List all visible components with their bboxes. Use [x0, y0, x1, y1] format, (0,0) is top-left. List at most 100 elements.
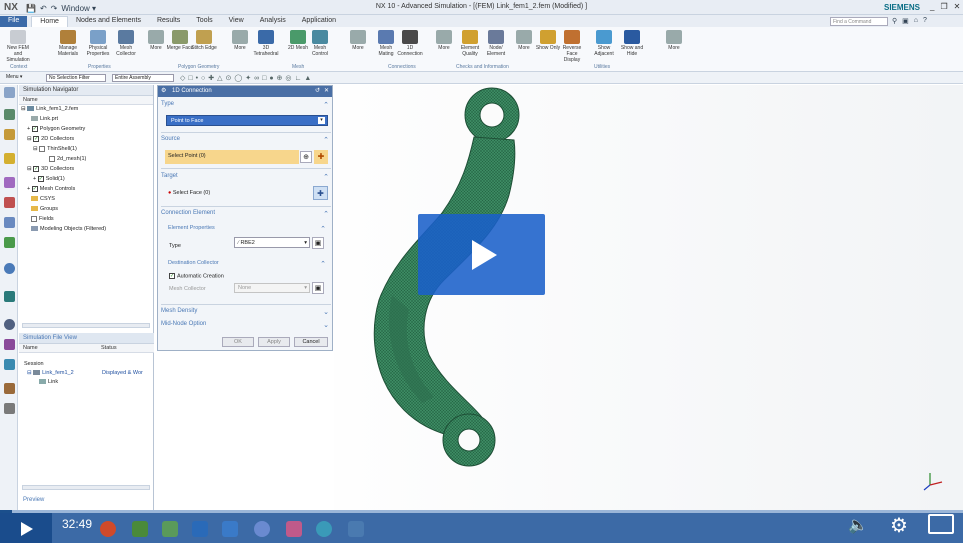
- nav-item-thinshell-1[interactable]: ⊟ ThinShell(1): [33, 145, 77, 154]
- nx-taskbar-icon[interactable]: [192, 521, 208, 537]
- clock-icon[interactable]: [4, 319, 15, 330]
- apply-button[interactable]: Apply: [258, 337, 290, 347]
- file-view-name-column[interactable]: Name: [23, 345, 38, 351]
- app-taskbar-icon[interactable]: [286, 521, 302, 537]
- stitch-edge-button[interactable]: Stitch Edge: [190, 30, 218, 51]
- tab-file[interactable]: File: [0, 16, 28, 27]
- play-pause-button[interactable]: [0, 513, 52, 543]
- part-navigator-icon[interactable]: [4, 129, 15, 140]
- more-button[interactable]: More: [226, 30, 254, 51]
- mesh-density-section-header[interactable]: Mesh Density ⌄: [161, 308, 331, 316]
- manage-materials-button[interactable]: Manage Materials: [54, 30, 82, 57]
- tab-home[interactable]: Home: [31, 16, 68, 27]
- gear-icon[interactable]: [4, 87, 15, 98]
- assembly-scope-select[interactable]: Entire Assembly: [112, 74, 174, 82]
- cancel-button[interactable]: Cancel: [294, 337, 328, 347]
- help-icon[interactable]: ?: [923, 17, 927, 25]
- new-collector-icon[interactable]: ▣: [312, 282, 324, 294]
- seek-bar[interactable]: [0, 510, 963, 513]
- app-taskbar-icon[interactable]: [316, 521, 332, 537]
- physical-properties-button[interactable]: Physical Properties: [84, 30, 112, 57]
- nav-item-2d-collectors[interactable]: ⊟ ✓ 2D Collectors: [27, 135, 74, 144]
- nav-item-fields[interactable]: Fields: [31, 215, 54, 224]
- nx-taskbar-icon[interactable]: [222, 521, 238, 537]
- nav-item-2d-mesh-1[interactable]: 2d_mesh(1): [49, 155, 86, 164]
- snap-point-icons[interactable]: ◇□•○✚△⊙◯✦∞□●⊕◎∟▲: [180, 74, 314, 82]
- destination-collector-header[interactable]: Destination Collector ⌃: [168, 260, 328, 268]
- dialog-reset-icon[interactable]: ↺: [315, 86, 320, 97]
- tab-tools[interactable]: Tools: [188, 16, 220, 27]
- element-quality-button[interactable]: Element Quality: [456, 30, 484, 57]
- app-taskbar-icon[interactable]: [132, 521, 148, 537]
- more-button[interactable]: More: [660, 30, 688, 51]
- assembly-navigator-icon[interactable]: [4, 153, 15, 164]
- file-view-status-column[interactable]: Status: [101, 344, 117, 353]
- fit-icon[interactable]: ▣: [902, 17, 909, 25]
- point-snap-icon[interactable]: ✚: [314, 150, 328, 164]
- more-button[interactable]: More: [430, 30, 458, 51]
- mesh-collector-button[interactable]: Mesh Collector: [112, 30, 140, 57]
- element-properties-icon[interactable]: ▣: [312, 237, 324, 249]
- select-point-field[interactable]: Select Point (0): [165, 150, 299, 164]
- web-browser-icon[interactable]: [4, 237, 15, 248]
- chrome-taskbar-icon[interactable]: [100, 521, 116, 537]
- nav-item-polygon-geometry[interactable]: + ✓ Polygon Geometry: [27, 125, 85, 134]
- app-taskbar-icon[interactable]: [348, 521, 364, 537]
- system-scenes-icon[interactable]: [4, 359, 15, 370]
- close-icon[interactable]: ✕: [954, 2, 961, 11]
- navigator-scrollbar[interactable]: [22, 323, 150, 328]
- file-view-row-fem[interactable]: ⊟ Link_fem1_2: [27, 369, 74, 378]
- nav-item-link-prt[interactable]: Link.prt: [31, 115, 58, 124]
- node-element-button[interactable]: Node/ Element: [482, 30, 510, 57]
- target-section-header[interactable]: Target ⌃: [161, 173, 331, 181]
- mid-node-section-header[interactable]: Mid-Node Option ⌄: [161, 321, 331, 329]
- minimize-icon[interactable]: _: [930, 2, 934, 11]
- nav-item-link-fem1-2-fem[interactable]: ⊟ Link_fem1_2.fem: [21, 105, 78, 114]
- app-taskbar-icon[interactable]: [254, 521, 270, 537]
- app-taskbar-icon[interactable]: [162, 521, 178, 537]
- find-command-input[interactable]: Find a Command: [830, 17, 888, 26]
- file-view-row-session[interactable]: Session: [24, 360, 44, 369]
- checkbox-checked-icon[interactable]: ✓: [33, 165, 40, 172]
- tab-results[interactable]: Results: [149, 16, 188, 27]
- nav-item-mesh-controls[interactable]: + ✓ Mesh Controls: [27, 185, 75, 194]
- history-icon[interactable]: [4, 263, 15, 274]
- reuse-library-icon[interactable]: [4, 197, 15, 208]
- navigator-name-column[interactable]: Name: [19, 96, 153, 105]
- tab-nodes-and-elements[interactable]: Nodes and Elements: [68, 16, 149, 27]
- show-adjacent-button[interactable]: Show Adjacent: [590, 30, 618, 57]
- select-face-field[interactable]: ● Select Face (0): [168, 190, 210, 196]
- volume-icon[interactable]: 🔈: [848, 515, 868, 535]
- selection-filter-select[interactable]: No Selection Filter: [46, 74, 106, 82]
- video-play-button[interactable]: [418, 214, 545, 295]
- tab-application[interactable]: Application: [294, 16, 344, 27]
- search-icon[interactable]: ⚲: [892, 17, 897, 25]
- process-studio-icon[interactable]: [4, 291, 15, 302]
- sim-navigator-icon[interactable]: [4, 109, 15, 120]
- graphics-viewport[interactable]: [334, 85, 963, 510]
- mesh-collector-select[interactable]: None ▾: [234, 283, 310, 293]
- nav-item-3d-collectors[interactable]: ⊟ ✓ 3D Collectors: [27, 165, 74, 174]
- point-dialog-icon[interactable]: ⊕: [300, 151, 312, 163]
- palette-icon[interactable]: [4, 383, 15, 394]
- new-fem-and-simulation-button[interactable]: New FEM and Simulation: [4, 30, 32, 63]
- automatic-creation-checkbox[interactable]: ✓ Automatic Creation: [169, 273, 224, 279]
- 1d-connection-button[interactable]: 1D Connection: [396, 30, 424, 57]
- connection-type-select[interactable]: Point to Face ▾: [166, 115, 328, 126]
- type-section-header[interactable]: Type ⌃: [161, 101, 331, 109]
- mesh-control-button[interactable]: Mesh Control: [306, 30, 334, 57]
- ok-button[interactable]: OK: [222, 337, 254, 347]
- file-view-title[interactable]: Simulation File View: [19, 333, 154, 344]
- preview-section[interactable]: Preview: [23, 497, 44, 503]
- nav-item-solid-1[interactable]: + ✓ Solid(1): [33, 175, 65, 184]
- checkbox-icon[interactable]: [49, 155, 55, 162]
- home-icon[interactable]: ⌂: [914, 17, 918, 25]
- file-view-row-link[interactable]: Link: [39, 378, 58, 387]
- nav-item-groups[interactable]: Groups: [31, 205, 58, 214]
- roles-icon[interactable]: [4, 339, 15, 350]
- checkbox-icon[interactable]: [31, 215, 37, 222]
- menu-button[interactable]: Menu ▾: [4, 74, 40, 82]
- tab-analysis[interactable]: Analysis: [252, 16, 294, 27]
- dialog-close-icon[interactable]: ✕: [324, 86, 329, 97]
- connection-element-section-header[interactable]: Connection Element ⌃: [161, 210, 331, 218]
